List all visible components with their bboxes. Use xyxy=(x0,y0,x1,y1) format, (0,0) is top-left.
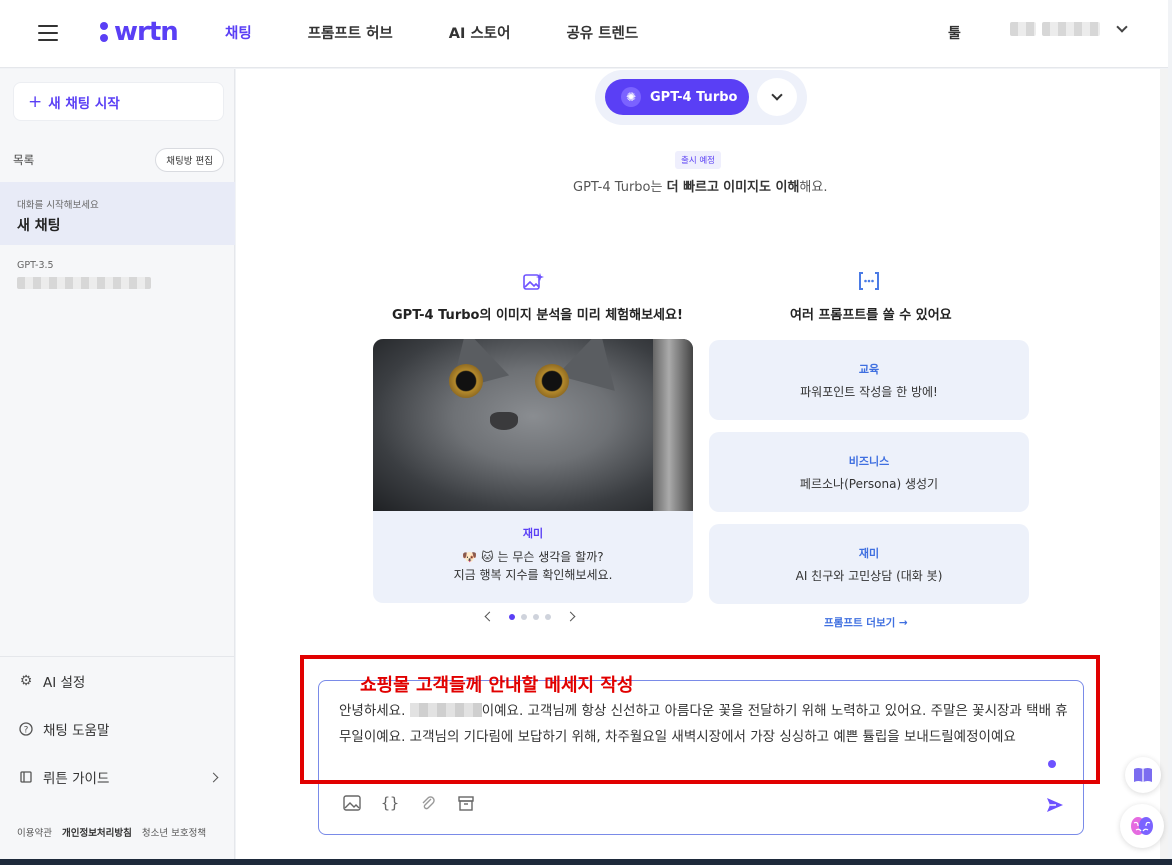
plus-icon: + xyxy=(28,91,43,112)
main-nav: 채팅 프롬프트 허브 AI 스토어 공유 트렌드 xyxy=(225,22,694,43)
model-tagline: GPT-4 Turbo는 더 빠르고 이미지도 이해해요. xyxy=(573,180,828,195)
nav-chat[interactable]: 채팅 xyxy=(225,22,252,43)
chat-help-label: 채팅 도움말 xyxy=(43,723,110,739)
chevron-left-icon[interactable] xyxy=(484,611,495,622)
tool-menu[interactable]: 툴 xyxy=(948,23,961,43)
prompt-card-category: 비즈니스 xyxy=(848,455,890,468)
carousel-dot[interactable] xyxy=(521,613,527,620)
sidebar: + 새 채팅 시작 목록 채팅방 편집 대화를 시작해보세요 새 채팅 GPT-… xyxy=(0,69,235,859)
chat-list-header: 목록 채팅방 편집 xyxy=(13,148,224,172)
edit-chats-button[interactable]: 채팅방 편집 xyxy=(155,148,224,172)
prompt-card-category: 재미 xyxy=(858,547,880,560)
book-icon xyxy=(18,769,34,785)
book-icon xyxy=(1134,768,1152,782)
avatar xyxy=(1010,22,1036,36)
question-icon: ? xyxy=(18,721,34,737)
ai-settings-link[interactable]: ⚙ AI 설정 xyxy=(0,657,235,705)
chevron-down-icon xyxy=(771,89,783,101)
chevron-down-icon xyxy=(1116,21,1128,33)
carousel-dot[interactable] xyxy=(545,613,551,620)
prompt-card-business[interactable]: 비즈니스 페르소나(Persona) 생성기 xyxy=(709,432,1029,512)
nav-ai-store[interactable]: AI 스토어 xyxy=(449,22,511,43)
prompt-card-category: 교육 xyxy=(858,363,880,376)
send-icon[interactable] xyxy=(1045,795,1065,815)
footer-links: 이용약관 개인정보처리방침 청소년 보호정책 xyxy=(17,825,206,839)
chat-item-subtitle: GPT-3.5 xyxy=(17,260,54,271)
cat-photo xyxy=(373,339,693,511)
brain-assistant-button[interactable] xyxy=(1120,804,1164,848)
privacy-link[interactable]: 개인정보처리방침 xyxy=(62,825,132,839)
chat-item-new[interactable]: 대화를 시작해보세요 새 채팅 xyxy=(0,182,235,245)
chat-item-subtitle: 대화를 시작해보세요 xyxy=(17,200,99,211)
image-sparkle-icon xyxy=(522,271,544,298)
chat-item-title-redacted xyxy=(17,277,235,293)
prompt-card-text: 파워포인트 작성을 한 방에! xyxy=(800,385,938,399)
menu-icon[interactable] xyxy=(38,25,58,41)
prompt-brackets-icon xyxy=(857,270,881,297)
svg-text:?: ? xyxy=(24,726,29,736)
gear-icon: ⚙ xyxy=(19,673,33,689)
prompt-card-text: 페르소나(Persona) 생성기 xyxy=(799,477,939,491)
code-braces-icon[interactable]: {} xyxy=(381,794,399,812)
wrtn-guide-link[interactable]: 뤼튼 가이드 xyxy=(0,753,235,801)
ai-settings-label: AI 설정 xyxy=(43,675,86,691)
archive-icon[interactable] xyxy=(457,794,475,812)
guide-book-button[interactable] xyxy=(1125,757,1161,793)
new-chat-button[interactable]: + 새 채팅 시작 xyxy=(13,82,224,121)
logo-text: wrtn xyxy=(114,17,179,47)
model-button[interactable]: ✺ GPT-4 Turbo xyxy=(605,79,749,115)
nav-trends[interactable]: 공유 트렌드 xyxy=(566,22,638,43)
carousel-dot[interactable] xyxy=(509,613,515,620)
list-label: 목록 xyxy=(13,153,35,167)
chevron-right-icon[interactable] xyxy=(565,611,576,622)
input-toolbar: {} xyxy=(343,794,475,812)
top-navigation-bar: wrtn 채팅 프롬프트 허브 AI 스토어 공유 트렌드 툴 xyxy=(0,0,1168,68)
image-section-title: GPT-4 Turbo의 이미지 분석을 미리 체험해보세요! xyxy=(392,308,683,323)
os-taskbar xyxy=(0,859,1172,865)
prompt-card-text: AI 친구와 고민상담 (대화 봇) xyxy=(795,569,943,583)
carousel-dot[interactable] xyxy=(533,613,539,620)
coming-soon-badge: 출시 예정 xyxy=(675,151,721,169)
annotation-text: 쇼핑몰 고객들께 안내할 메세지 작성 xyxy=(360,675,634,696)
card-category: 재미 xyxy=(522,527,544,540)
brain-icon xyxy=(1131,817,1153,835)
user-menu[interactable] xyxy=(1010,21,1128,36)
terms-link[interactable]: 이용약관 xyxy=(17,825,52,839)
card-description: 🐶 🐱 는 무슨 생각을 할까? 지금 행복 지수를 확인해보세요. xyxy=(453,550,613,582)
username-redacted xyxy=(1042,22,1100,36)
more-prompts-link[interactable]: 프롬프트 더보기 → xyxy=(824,615,908,630)
youth-policy-link[interactable]: 청소년 보호정책 xyxy=(142,825,206,839)
image-analysis-card[interactable]: 재미 🐶 🐱 는 무슨 생각을 할까? 지금 행복 지수를 확인해보세요. xyxy=(373,339,693,603)
nav-prompt-hub[interactable]: 프롬프트 허브 xyxy=(308,22,393,43)
chevron-right-icon xyxy=(208,772,219,782)
image-upload-icon[interactable] xyxy=(343,794,361,812)
prompt-card-fun[interactable]: 재미 AI 친구와 고민상담 (대화 봇) xyxy=(709,524,1029,604)
attachment-icon[interactable] xyxy=(419,794,437,812)
carousel-controls xyxy=(484,611,576,622)
chat-item-gpt35[interactable]: GPT-3.5 xyxy=(0,251,235,293)
new-chat-label: 새 채팅 시작 xyxy=(48,95,120,112)
wrtn-guide-label: 뤼튼 가이드 xyxy=(43,771,110,787)
logo-mark xyxy=(100,22,108,42)
sidebar-links: ⚙ AI 설정 ? 채팅 도움말 뤼튼 가이드 xyxy=(0,656,235,801)
chat-item-title: 새 채팅 xyxy=(17,218,61,234)
model-name: GPT-4 Turbo xyxy=(650,89,738,105)
openai-icon: ✺ xyxy=(621,87,641,107)
chat-help-link[interactable]: ? 채팅 도움말 xyxy=(0,705,235,753)
model-dropdown-button[interactable] xyxy=(757,78,797,116)
prompt-section-title: 여러 프롬프트를 쓸 수 있어요 xyxy=(790,308,952,323)
wrtn-logo[interactable]: wrtn xyxy=(100,16,179,48)
scrollbar[interactable] xyxy=(1160,69,1168,859)
prompt-card-education[interactable]: 교육 파워포인트 작성을 한 방에! xyxy=(709,340,1029,420)
